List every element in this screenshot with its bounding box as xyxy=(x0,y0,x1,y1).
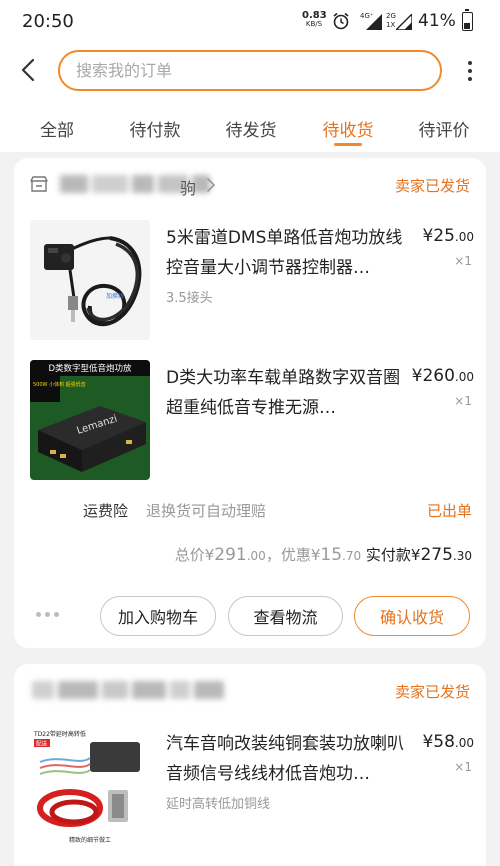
product-image-tag: 配送 xyxy=(36,740,48,748)
shop-name-tail: 驹 xyxy=(180,179,197,198)
paid-amount-int: 275 xyxy=(420,545,453,565)
battery-fill xyxy=(464,23,470,29)
active-tab-indicator xyxy=(334,143,362,146)
status-bar: 20:50 0.83 KB/S 4G⁺ 2G 1X 41% xyxy=(0,0,500,44)
product-image-label: 加换线 xyxy=(106,292,124,300)
product-price: ¥260.00 xyxy=(411,366,474,386)
order-search-box[interactable] xyxy=(58,50,442,91)
shipping-insurance-row: 运费险 退换货可自动理赔 已出单 xyxy=(14,500,486,524)
order-card-header: 驹 卖家已发货 xyxy=(14,158,486,212)
sim2-network-tag: 2G xyxy=(386,12,396,20)
shipping-insurance-status: 已出单 xyxy=(426,502,472,520)
discount-amount-int: 15 xyxy=(320,545,343,565)
discount-label: ，优惠 xyxy=(265,546,311,564)
search-input[interactable] xyxy=(60,52,440,89)
product-price: ¥25.00 xyxy=(422,226,474,246)
product-image-label: TD22带延时高转低 xyxy=(33,730,86,738)
more-dot-icon xyxy=(468,61,472,65)
product-image: D类数字型低音炮功放 500W 小体积 超强低音 Lemanzi xyxy=(30,360,150,480)
product-quantity: ×1 xyxy=(454,760,472,774)
order-card[interactable]: 卖家已发货 TD22带延时高转低 配送 精致的细节做工 汽车音响改装纯铜套装功放… xyxy=(14,664,486,866)
product-title: D类大功率车载单路数字双音圈超重纯低音专推无源… xyxy=(166,368,401,418)
product-quantity: ×1 xyxy=(454,394,472,408)
tab-pending-shipment[interactable]: 待发货 xyxy=(226,116,277,141)
signal-sim1-icon: 4G⁺ xyxy=(360,12,382,30)
product-title: 汽车音响改装纯铜套装功放喇叭音频信号线线材低音炮功… xyxy=(166,734,404,784)
product-image: TD22带延时高转低 配送 精致的细节做工 xyxy=(30,726,150,846)
tab-all[interactable]: 全部 xyxy=(40,116,74,141)
more-dot-icon xyxy=(54,612,59,617)
sim2-network-sub: 1X xyxy=(386,21,396,29)
alarm-icon xyxy=(333,12,349,30)
total-amount-dec: .00 xyxy=(246,549,266,563)
product-price-int: 25 xyxy=(433,226,455,246)
network-speed-unit: KB/S xyxy=(305,20,323,28)
more-dot-icon xyxy=(36,612,41,617)
add-to-cart-button[interactable]: 加入购物车 xyxy=(100,596,216,636)
tab-pending-payment[interactable]: 待付款 xyxy=(130,116,181,141)
product-image-caption: 精致的细节做工 xyxy=(69,836,111,844)
order-item[interactable]: 加换线 5米雷道DMS单路低音炮功放线控音量大小调节器控制器… 3.5接头 ¥2… xyxy=(14,220,486,346)
product-image-banner: D类数字型低音炮功放 xyxy=(48,363,132,374)
chevron-left-icon xyxy=(21,58,35,82)
battery-icon xyxy=(462,9,473,31)
product-price-int: 58 xyxy=(433,732,455,752)
more-dot-icon xyxy=(468,77,472,81)
product-price-int: 260 xyxy=(422,366,455,386)
network-speed-value: 0.83 xyxy=(302,10,327,21)
discount-amount-dec: .70 xyxy=(342,549,362,563)
total-amount-int: 291 xyxy=(214,545,247,565)
product-quantity: ×1 xyxy=(454,254,472,268)
product-title: 5米雷道DMS单路低音炮功放线控音量大小调节器控制器… xyxy=(166,228,403,278)
chevron-right-icon xyxy=(207,178,216,192)
back-button[interactable] xyxy=(12,52,44,88)
product-price-dec: .00 xyxy=(454,230,474,244)
product-price-dec: .00 xyxy=(454,370,474,384)
order-item[interactable]: TD22带延时高转低 配送 精致的细节做工 汽车音响改装纯铜套装功放喇叭音频信号… xyxy=(14,726,486,852)
order-total-summary: 总价¥291.00，优惠¥15.70 实付款¥275.30 xyxy=(174,545,472,565)
more-actions-button[interactable] xyxy=(36,612,59,617)
order-card-header: 卖家已发货 xyxy=(14,664,486,718)
network-speed: 0.83 KB/S xyxy=(302,10,327,29)
product-price-dec: .00 xyxy=(454,736,474,750)
order-card[interactable]: 驹 卖家已发货 加换线 5米雷道DMS单路低音炮功放线控音量大小调节器控制器… xyxy=(14,158,486,648)
total-label: 总价 xyxy=(174,546,205,564)
order-status: 卖家已发货 xyxy=(394,177,470,195)
product-spec: 延时高转低加铜线 xyxy=(166,797,271,812)
paid-label: 实付款 xyxy=(365,546,411,564)
product-price: ¥58.00 xyxy=(422,732,474,752)
more-options-button[interactable] xyxy=(458,55,482,87)
paid-amount-dec: .30 xyxy=(452,549,472,563)
confirm-receipt-button[interactable]: 确认收货 xyxy=(354,596,470,636)
more-dot-icon xyxy=(45,612,50,617)
battery-percent: 41% xyxy=(418,11,456,31)
tab-pending-receipt[interactable]: 待收货 xyxy=(323,116,374,141)
shipping-insurance-label: 运费险 xyxy=(83,502,129,520)
product-spec: 3.5接头 xyxy=(166,291,213,306)
signal-sim2-icon: 2G 1X xyxy=(386,12,412,30)
shipping-insurance-desc: 退换货可自动理赔 xyxy=(146,502,267,520)
status-time: 20:50 xyxy=(22,11,74,32)
order-status: 卖家已发货 xyxy=(394,683,470,701)
order-actions: 加入购物车 查看物流 确认收货 xyxy=(14,596,486,636)
shop-icon xyxy=(30,176,48,192)
view-logistics-button[interactable]: 查看物流 xyxy=(228,596,343,636)
shop-name-blurred[interactable] xyxy=(32,678,242,702)
more-dot-icon xyxy=(468,69,472,73)
order-item[interactable]: D类数字型低音炮功放 500W 小体积 超强低音 Lemanzi D类大功率车载… xyxy=(14,360,486,486)
product-image: 加换线 xyxy=(30,220,150,340)
product-image-side: 500W 小体积 超强低音 xyxy=(33,381,86,388)
tab-pending-review[interactable]: 待评价 xyxy=(419,116,470,141)
